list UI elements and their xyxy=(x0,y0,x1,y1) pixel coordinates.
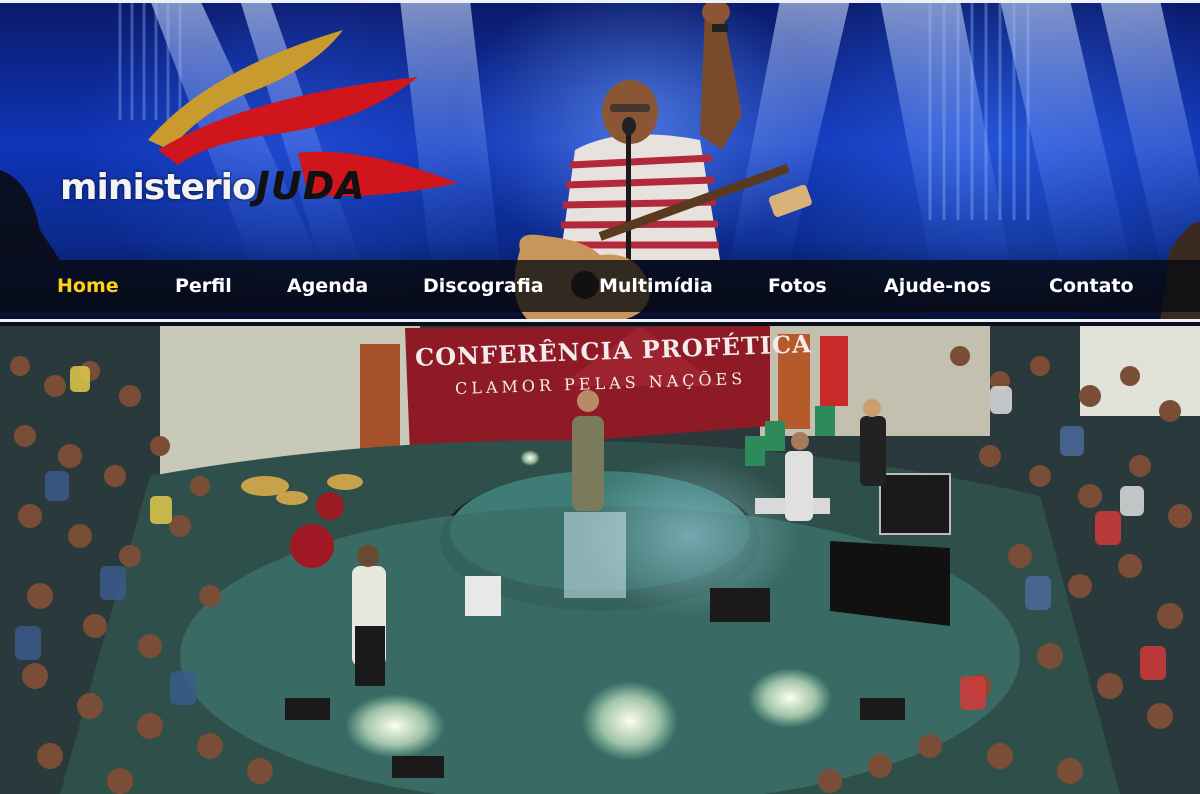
nav-item-ajude-nos[interactable]: Ajude-nos xyxy=(884,260,991,312)
header-top-border xyxy=(0,0,1200,3)
conference-stage-illustration xyxy=(0,326,1200,794)
nav-item-perfil[interactable]: Perfil xyxy=(175,260,232,312)
header-bottom-border xyxy=(0,319,1200,322)
site-header: ministerioJUDA Home Perfil Agenda Discog… xyxy=(0,0,1200,322)
logo-text-juda: JUDA xyxy=(255,164,366,208)
nav-item-multimidia[interactable]: Multimídia xyxy=(599,260,713,312)
logo-text-ministerio: ministerio xyxy=(60,167,257,208)
nav-item-discografia[interactable]: Discografia xyxy=(423,260,544,312)
nav-item-agenda[interactable]: Agenda xyxy=(287,260,368,312)
main-navigation: Home Perfil Agenda Discografia Multimídi… xyxy=(0,260,1200,312)
nav-item-contato[interactable]: Contato xyxy=(1049,260,1134,312)
ministerio-juda-logo[interactable]: ministerioJUDA xyxy=(58,25,468,206)
nav-item-home[interactable]: Home xyxy=(57,260,119,312)
nav-item-fotos[interactable]: Fotos xyxy=(768,260,827,312)
logo-wordmark: ministerioJUDA xyxy=(60,167,366,206)
conference-photo: CONFERÊNCIA PROFÉTICA CLAMOR PELAS NAÇÕE… xyxy=(0,326,1200,794)
